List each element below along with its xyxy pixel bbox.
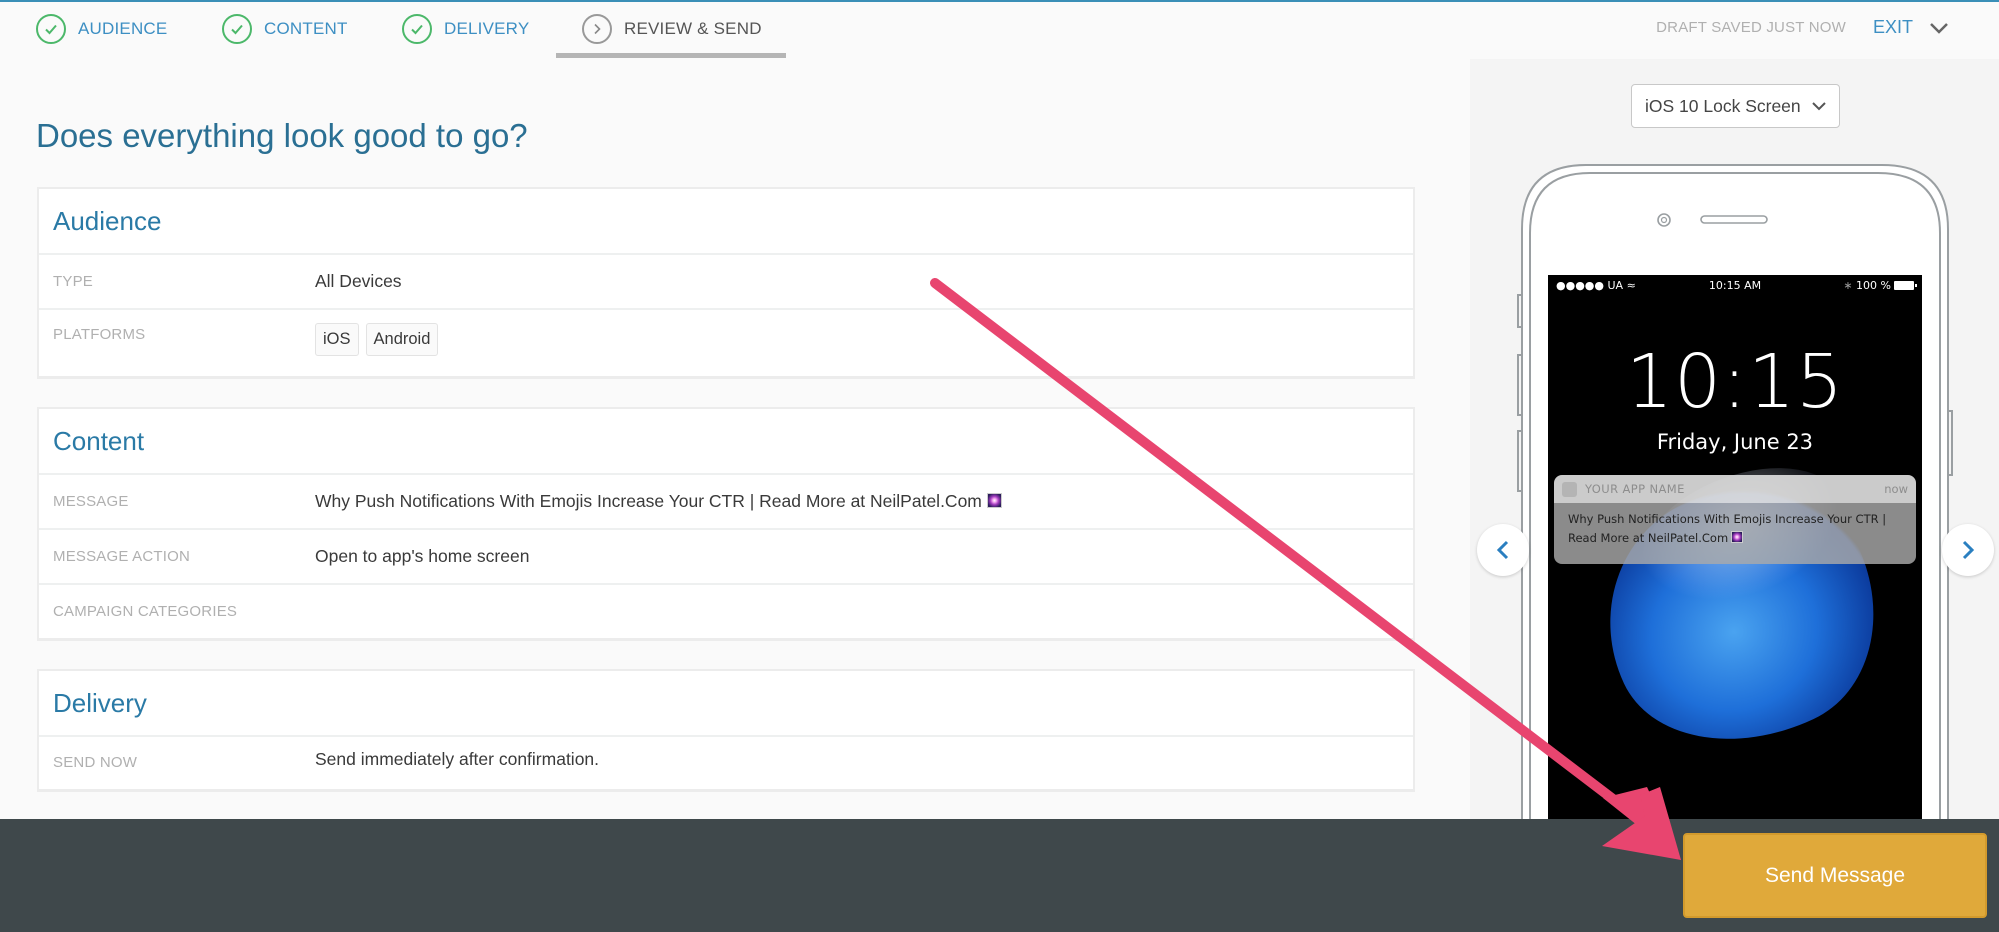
- row-label: MESSAGE ACTION: [53, 548, 190, 565]
- chevron-right-icon: [582, 14, 612, 44]
- notification-preview: YOUR APP NAME now Why Push Notifications…: [1554, 475, 1916, 564]
- step-label: DELIVERY: [444, 19, 530, 38]
- step-audience[interactable]: AUDIENCE: [36, 14, 167, 44]
- row-label: CAMPAIGN CATEGORIES: [53, 603, 238, 620]
- content-section: Content MESSAGE Why Push Notifications W…: [37, 407, 1415, 641]
- row-label: SEND NOW: [53, 754, 138, 771]
- wizard-stepper: AUDIENCE CONTENT DELIVERY REVIEW & SEND …: [0, 0, 1999, 58]
- preview-prev-button[interactable]: [1477, 524, 1529, 576]
- app-icon: [1562, 481, 1577, 497]
- platform-pill-android: Android: [365, 323, 439, 356]
- notification-body: Why Push Notifications With Emojis Incre…: [1554, 503, 1916, 564]
- step-label: REVIEW & SEND: [624, 19, 762, 38]
- row-value: Why Push Notifications With Emojis Incre…: [315, 491, 1002, 512]
- preview-next-button[interactable]: [1942, 524, 1994, 576]
- section-header: Delivery: [39, 671, 1413, 737]
- notification-app-name: YOUR APP NAME: [1585, 482, 1685, 496]
- lock-clock: 10:15: [1625, 339, 1845, 425]
- exit-link[interactable]: EXIT: [1873, 17, 1913, 38]
- check-icon: [36, 14, 66, 44]
- active-step-indicator: [556, 53, 786, 58]
- sparkler-emoji-icon: [1731, 531, 1744, 543]
- summary-row: TYPE All Devices: [39, 255, 1413, 310]
- notification-time: now: [1884, 482, 1908, 496]
- delivery-section: Delivery SEND NOW Send immediately after…: [37, 669, 1415, 792]
- preview-panel: iOS 10 Lock Screen ●●●●● UA ≈ 10:15 AM ∗…: [1470, 59, 1999, 819]
- lock-screen-preview: ●●●●● UA ≈ 10:15 AM ∗ 100 % 10:15 Friday…: [1548, 275, 1922, 819]
- summary-row: PLATFORMS iOS Android: [39, 310, 1413, 376]
- notification-text: Why Push Notifications With Emojis Incre…: [1568, 512, 1887, 545]
- step-content[interactable]: CONTENT: [222, 14, 348, 44]
- bluetooth-icon: ∗: [1843, 279, 1853, 292]
- row-value: All Devices: [315, 271, 402, 291]
- platform-pills: iOS Android: [315, 323, 445, 356]
- section-title: Content: [53, 425, 145, 456]
- section-header: Audience: [39, 189, 1413, 255]
- notification-header: YOUR APP NAME now: [1554, 475, 1916, 503]
- status-battery: ∗ 100 %: [1843, 279, 1917, 292]
- platform-pill-ios: iOS: [315, 323, 359, 356]
- page-title: Does everything look good to go?: [36, 117, 528, 154]
- step-label: CONTENT: [264, 19, 348, 38]
- sparkler-emoji-icon: [986, 493, 1002, 508]
- section-title: Delivery: [53, 687, 147, 718]
- summary-row: MESSAGE Why Push Notifications With Emoj…: [39, 475, 1413, 530]
- step-delivery[interactable]: DELIVERY: [402, 14, 529, 44]
- message-text: Why Push Notifications With Emojis Incre…: [315, 491, 982, 511]
- footer-action-bar: Send Message: [0, 819, 1999, 932]
- step-review-send[interactable]: REVIEW & SEND: [582, 14, 762, 44]
- battery-text: 100 %: [1856, 279, 1891, 292]
- draft-status: DRAFT SAVED JUST NOW: [1656, 19, 1846, 36]
- chevron-left-icon: [1496, 540, 1509, 560]
- check-icon: [222, 14, 252, 44]
- audience-section: Audience TYPE All Devices PLATFORMS iOS A…: [37, 187, 1415, 379]
- chevron-down-icon[interactable]: [1927, 18, 1951, 38]
- battery-icon: [1894, 281, 1917, 290]
- row-label: PLATFORMS: [53, 326, 146, 343]
- summary-row: CAMPAIGN CATEGORIES: [39, 585, 1413, 638]
- section-header: Content: [39, 409, 1413, 475]
- send-message-button[interactable]: Send Message: [1683, 833, 1987, 918]
- row-value: Send immediately after confirmation.: [315, 749, 600, 769]
- summary-row: MESSAGE ACTION Open to app's home screen: [39, 530, 1413, 585]
- row-label: TYPE: [53, 273, 93, 290]
- lock-date: Friday, June 23: [1656, 430, 1814, 454]
- section-title: Audience: [53, 205, 162, 236]
- row-value: Open to app's home screen: [315, 546, 530, 566]
- check-icon: [402, 14, 432, 44]
- step-label: AUDIENCE: [78, 19, 168, 38]
- summary-row: SEND NOW Send immediately after confirma…: [39, 737, 1413, 789]
- row-label: MESSAGE: [53, 493, 129, 510]
- chevron-right-icon: [1962, 540, 1975, 560]
